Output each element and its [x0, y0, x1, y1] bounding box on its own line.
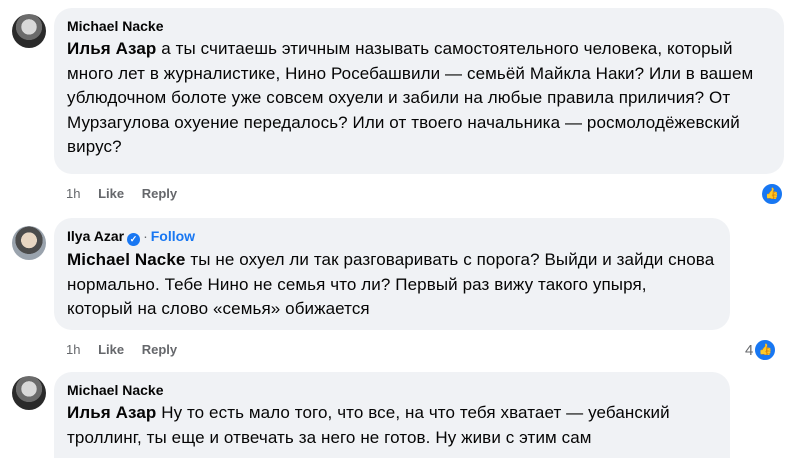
comment-actions: 1h Like Reply [66, 342, 191, 357]
comment-bubble: Ilya Azar ✓ · Follow Michael Nacke ты не ох… [54, 218, 730, 330]
comment-author-line: Ilya Azar ✓ · Follow [67, 227, 716, 246]
timestamp[interactable]: 1h [66, 186, 80, 201]
avatar[interactable] [12, 14, 46, 48]
comment-actions: 1h Like Reply [66, 186, 191, 201]
comment-author[interactable]: Michael Nacke [67, 17, 770, 35]
mention-link[interactable]: Илья Азар [67, 403, 156, 422]
verified-badge-icon: ✓ [127, 233, 141, 246]
thumbs-up-icon: 👍 [760, 182, 784, 206]
like-button[interactable]: Like [98, 342, 124, 357]
comment-text: Илья Азар Ну то есть мало того, что все,… [67, 403, 670, 447]
follow-button[interactable]: Follow [151, 228, 195, 244]
mention-link[interactable]: Илья Азар [67, 39, 156, 58]
reply-button[interactable]: Reply [142, 342, 177, 357]
reaction-count[interactable]: 👍 [760, 182, 784, 206]
separator-dot: · [143, 228, 148, 244]
thumbs-up-icon: 👍 [753, 338, 778, 362]
comment-thread: Michael Nacke Илья Азар а ты считаешь эт… [0, 0, 800, 458]
comment-text: Michael Nacke ты не охуел ли так разгова… [67, 250, 715, 318]
reply-button[interactable]: Reply [142, 186, 177, 201]
comment-text: Илья Азар а ты считаешь этичным называть… [67, 39, 754, 156]
comment-author[interactable]: Ilya Azar [67, 228, 124, 244]
timestamp[interactable]: 1h [66, 342, 80, 357]
mention-link[interactable]: Michael Nacke [67, 250, 185, 269]
avatar[interactable] [12, 226, 46, 260]
comment-bubble: Michael Nacke Илья Азар Ну то есть мало … [54, 372, 730, 458]
like-button[interactable]: Like [98, 186, 124, 201]
reaction-count[interactable]: 4 👍 [745, 338, 778, 362]
comment-author[interactable]: Michael Nacke [67, 381, 716, 399]
comment-bubble: Michael Nacke Илья Азар а ты считаешь эт… [54, 8, 784, 174]
avatar[interactable] [12, 376, 46, 410]
